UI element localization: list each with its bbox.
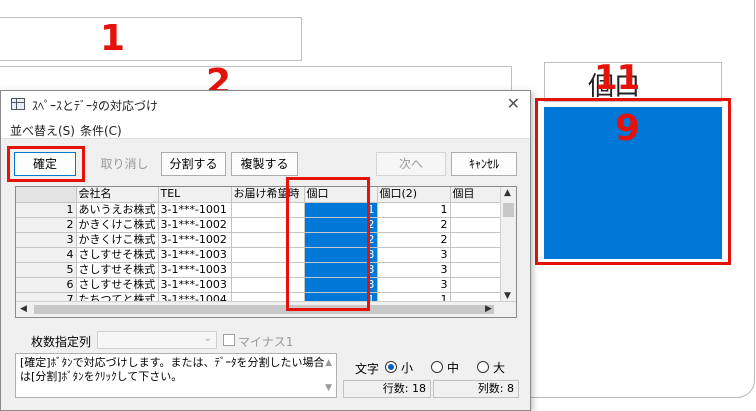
minus-one-checkbox[interactable] (223, 334, 235, 346)
grid-cell-time[interactable] (231, 232, 305, 248)
vertical-scroll-thumb[interactable] (503, 203, 514, 217)
grid-cell-tel[interactable]: 3-1***-1001 (158, 202, 232, 218)
field-number-9: 9 (615, 108, 640, 149)
table-row[interactable]: 1あいうえお株式3-1***-1001111 (16, 202, 511, 218)
message-text: [確定]ﾎﾞﾀﾝで対応づけします。または、ﾃﾞｰﾀを分割したい場合は[分割]ﾎﾞ… (20, 356, 325, 383)
radio-font-small-label: 小 (401, 361, 414, 375)
radio-font-medium[interactable] (431, 361, 443, 373)
grid-cell-time[interactable] (231, 217, 305, 233)
grid-table: 会社名 TEL お届け希望時 個口 個口(2) 個目 1 あいうえお株式 3-1**… (16, 187, 511, 308)
mapping-dialog: ｽﾍﾟｰｽとﾃﾞｰﾀの対応づけ ✕ 並べ替え(S) 条件(C) 確定 取り消し … (0, 90, 531, 411)
col-header-company[interactable]: 会社名 (76, 187, 159, 203)
grid-cell-kuchi2[interactable]: 1 (377, 202, 451, 218)
minus-one-label: マイナス1 (238, 335, 294, 349)
grid-cell-kuchi2[interactable]: 2 (377, 232, 451, 248)
grid-cell-kuchi[interactable]: 1 (304, 202, 378, 218)
table-row[interactable]: 6さしすせそ株式3-1***-1003333 (16, 277, 511, 293)
grid-cell-kuchi[interactable]: 3 (304, 262, 378, 278)
row-number: 1 (16, 202, 77, 218)
grid-cell-kuchi2[interactable]: 3 (377, 247, 451, 263)
menu-sort[interactable]: 並べ替え(S) (10, 122, 75, 139)
grid-cell-tel[interactable]: 3-1***-1002 (158, 232, 232, 248)
table-row[interactable]: 4さしすせそ株式3-1***-1003331 (16, 247, 511, 263)
grid-cell-kuchi[interactable]: 2 (304, 217, 378, 233)
grid-cell-company[interactable]: さしすせそ株式 (76, 262, 159, 278)
cancel-assign-button[interactable]: 取り消し (92, 152, 157, 176)
grid-cell-tel[interactable]: 3-1***-1003 (158, 262, 232, 278)
dialog-title: ｽﾍﾟｰｽとﾃﾞｰﾀの対応づけ (32, 99, 159, 113)
scroll-down-icon[interactable]: ▼ (504, 291, 511, 301)
row-number: 6 (16, 277, 77, 293)
grid-cell-tel[interactable]: 3-1***-1003 (158, 277, 232, 293)
col-header-kuchi[interactable]: 個口 (304, 187, 378, 203)
grid-cell-kuchi[interactable]: 3 (304, 277, 378, 293)
message-scroll-down-icon[interactable]: ▼ (325, 381, 332, 395)
row-number: 3 (16, 232, 77, 248)
field-number-11: 11 (594, 58, 640, 98)
next-button[interactable]: 次へ (376, 152, 446, 176)
menu-bar: 並べ替え(S) 条件(C) (1, 119, 530, 139)
table-row[interactable]: 2かきくけこ株式3-1***-1002221 (16, 217, 511, 233)
chevron-down-icon: ⌄ (203, 333, 212, 344)
grid-cell-time[interactable] (231, 277, 305, 293)
close-icon[interactable]: ✕ (507, 94, 520, 113)
field-number-1: 1 (100, 18, 125, 59)
grid-cell-kuchi[interactable]: 2 (304, 232, 378, 248)
menu-condition[interactable]: 条件(C) (80, 122, 122, 139)
radio-font-small[interactable] (385, 361, 397, 373)
grid-horizontal-scrollbar[interactable]: ◀ ▶ (16, 301, 516, 317)
grid-cell-company[interactable]: あいうえお株式 (76, 202, 159, 218)
grid-cell-tel[interactable]: 3-1***-1003 (158, 247, 232, 263)
radio-font-large[interactable] (477, 361, 489, 373)
radio-font-large-label: 大 (493, 361, 506, 375)
layout-field-1[interactable] (0, 17, 302, 61)
scroll-up-icon[interactable]: ▲ (504, 188, 511, 198)
table-row[interactable]: 3かきくけこ株式3-1***-1002222 (16, 232, 511, 248)
sheet-column-select[interactable]: ⌄ (97, 331, 217, 349)
split-button[interactable]: 分割する (161, 152, 226, 176)
col-header-kuchi2[interactable]: 個口(2) (377, 187, 451, 203)
app-grid-icon (11, 98, 25, 110)
grid-cell-kuchi2[interactable]: 3 (377, 262, 451, 278)
grid-cell-company[interactable]: かきくけこ株式 (76, 217, 159, 233)
grid-cell-kuchi[interactable]: 3 (304, 247, 378, 263)
status-column-count: 列数: 8 (433, 380, 519, 398)
grid-cell-time[interactable] (231, 262, 305, 278)
sheet-column-label: 枚数指定列 (31, 335, 92, 349)
scroll-right-icon[interactable]: ▶ (485, 304, 492, 314)
grid-cell-company[interactable]: かきくけこ株式 (76, 232, 159, 248)
scroll-left-icon[interactable]: ◀ (20, 304, 27, 314)
font-size-label: 文字 (355, 362, 380, 376)
confirm-button[interactable]: 確定 (14, 152, 76, 176)
table-row[interactable]: 5さしすせそ株式3-1***-1003332 (16, 262, 511, 278)
grid-cell-time[interactable] (231, 247, 305, 263)
row-number: 5 (16, 262, 77, 278)
grid-cell-time[interactable] (231, 202, 305, 218)
message-scroll-up-icon[interactable]: ▲ (325, 356, 332, 370)
grid-cell-kuchi2[interactable]: 3 (377, 277, 451, 293)
dialog-titlebar[interactable]: ｽﾍﾟｰｽとﾃﾞｰﾀの対応づけ ✕ (1, 91, 530, 119)
radio-font-medium-label: 中 (447, 361, 460, 375)
cancel-button[interactable]: ｷｬﾝｾﾙ (451, 152, 517, 176)
grid-cell-tel[interactable]: 3-1***-1002 (158, 217, 232, 233)
message-box: [確定]ﾎﾞﾀﾝで対応づけします。または、ﾃﾞｰﾀを分割したい場合は[分割]ﾎﾞ… (15, 353, 337, 398)
col-header-delivery-time[interactable]: お届け希望時 (231, 187, 305, 203)
col-header-tel[interactable]: TEL (158, 187, 232, 203)
grid-cell-company[interactable]: さしすせそ株式 (76, 247, 159, 263)
duplicate-button[interactable]: 複製する (231, 152, 298, 176)
horizontal-scroll-thumb[interactable] (34, 305, 494, 314)
grid-cell-company[interactable]: さしすせそ株式 (76, 277, 159, 293)
grid-cell-kuchi2[interactable]: 2 (377, 217, 451, 233)
row-number: 4 (16, 247, 77, 263)
grid-corner (16, 187, 77, 203)
row-number: 2 (16, 217, 77, 233)
grid-vertical-scrollbar[interactable]: ▲ ▼ (500, 187, 516, 302)
data-grid[interactable]: 会社名 TEL お届け希望時 個口 個口(2) 個目 1 あいうえお株式 3-1**… (15, 186, 517, 318)
status-row-count: 行数: 18 (343, 380, 431, 398)
